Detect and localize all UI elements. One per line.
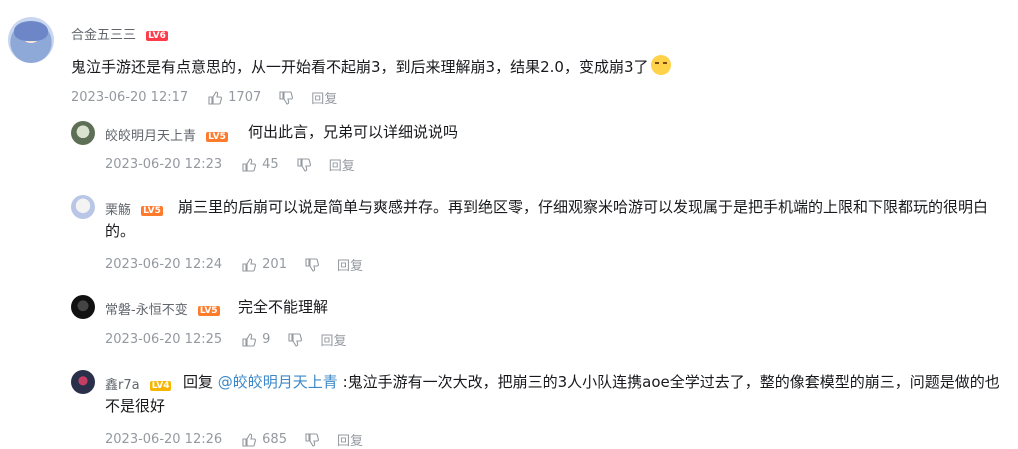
dislike-button[interactable] bbox=[297, 157, 311, 172]
thumb-up-icon bbox=[208, 90, 223, 105]
thumb-down-icon bbox=[305, 257, 319, 272]
username[interactable]: 皎皎明月天上青 LV5 bbox=[105, 125, 228, 144]
dislike-button[interactable] bbox=[288, 332, 303, 347]
avatar[interactable] bbox=[8, 17, 54, 63]
reply-text: 完全不能理解 bbox=[238, 298, 329, 316]
timestamp: 2023-06-20 12:26 bbox=[105, 432, 223, 447]
username-text[interactable]: 合金五三三 bbox=[71, 28, 136, 43]
reply-prefix: 回复 bbox=[183, 373, 218, 391]
timestamp: 2023-06-20 12:25 bbox=[105, 332, 223, 347]
thumb-up-icon bbox=[242, 432, 257, 447]
like-button[interactable]: 685 bbox=[242, 432, 287, 447]
like-button[interactable]: 201 bbox=[242, 257, 287, 272]
like-button[interactable]: 1707 bbox=[208, 90, 261, 105]
comment-text: 鬼泣手游还是有点意思的，从一开始看不起崩3，到后来理解崩3，结果2.0，变成崩3… bbox=[71, 55, 991, 79]
reply-text: 回复 @皎皎明月天上青 :鬼泣手游有一次大改，把崩三的3人小队连携aoe全学过去… bbox=[105, 370, 1010, 418]
thumb-up-icon bbox=[242, 257, 257, 272]
reply-meta: 2023-06-20 12:23 45 回复 bbox=[105, 155, 355, 174]
like-count: 201 bbox=[262, 257, 287, 272]
like-button[interactable]: 9 bbox=[242, 332, 270, 347]
username[interactable]: 合金五三三 LV6 bbox=[71, 24, 168, 43]
timestamp: 2023-06-20 12:17 bbox=[71, 90, 189, 105]
thumb-down-icon bbox=[288, 332, 303, 347]
reply-button[interactable]: 回复 bbox=[329, 155, 355, 174]
username-text[interactable]: 常磐-永恒不变 bbox=[105, 303, 188, 318]
like-count: 1707 bbox=[228, 90, 262, 105]
username-text[interactable]: 皎皎明月天上青 bbox=[105, 129, 196, 144]
like-count: 9 bbox=[262, 332, 271, 347]
thumb-down-icon bbox=[279, 90, 294, 105]
comment-meta: 2023-06-20 12:17 1707 回复 bbox=[71, 88, 337, 107]
comment-body: 鬼泣手游还是有点意思的，从一开始看不起崩3，到后来理解崩3，结果2.0，变成崩3… bbox=[71, 58, 649, 76]
level-badge: LV5 bbox=[197, 305, 220, 316]
timestamp: 2023-06-20 12:23 bbox=[105, 157, 223, 172]
timestamp: 2023-06-20 12:24 bbox=[105, 257, 223, 272]
thumb-down-icon bbox=[297, 157, 311, 172]
avatar[interactable] bbox=[71, 295, 95, 319]
like-button[interactable]: 45 bbox=[242, 157, 279, 172]
like-count: 45 bbox=[262, 157, 279, 172]
username[interactable]: 常磐-永恒不变 LV5 bbox=[105, 299, 220, 318]
dislike-button[interactable] bbox=[279, 90, 294, 105]
mention-link[interactable]: @皎皎明月天上青 bbox=[218, 373, 338, 391]
reply-meta: 2023-06-20 12:26 685 回复 bbox=[105, 430, 363, 449]
avatar[interactable] bbox=[71, 370, 95, 394]
slight-smile-emoji-icon bbox=[650, 55, 671, 75]
thumb-up-icon bbox=[242, 157, 257, 172]
thumb-up-icon bbox=[242, 332, 257, 347]
reply-meta: 2023-06-20 12:25 9 回复 bbox=[105, 330, 346, 349]
reply-text: 崩三里的后崩可以说是简单与爽感并存。再到绝区零，仔细观察米哈游可以发现属于是把手… bbox=[105, 198, 989, 240]
dislike-button[interactable] bbox=[305, 432, 319, 447]
reply-meta: 2023-06-20 12:24 201 回复 bbox=[105, 255, 363, 274]
like-count: 685 bbox=[262, 432, 287, 447]
avatar[interactable] bbox=[71, 121, 95, 145]
avatar[interactable] bbox=[71, 195, 95, 219]
level-badge: LV5 bbox=[206, 131, 228, 142]
thumb-down-icon bbox=[305, 432, 319, 447]
reply-button[interactable]: 回复 bbox=[337, 430, 363, 449]
reply-button[interactable]: 回复 bbox=[337, 255, 363, 274]
level-badge: LV6 bbox=[146, 30, 168, 41]
reply-button[interactable]: 回复 bbox=[311, 88, 337, 107]
dislike-button[interactable] bbox=[305, 257, 319, 272]
reply-text: 何出此言，兄弟可以详细说说吗 bbox=[248, 123, 459, 141]
reply-button[interactable]: 回复 bbox=[320, 330, 346, 349]
